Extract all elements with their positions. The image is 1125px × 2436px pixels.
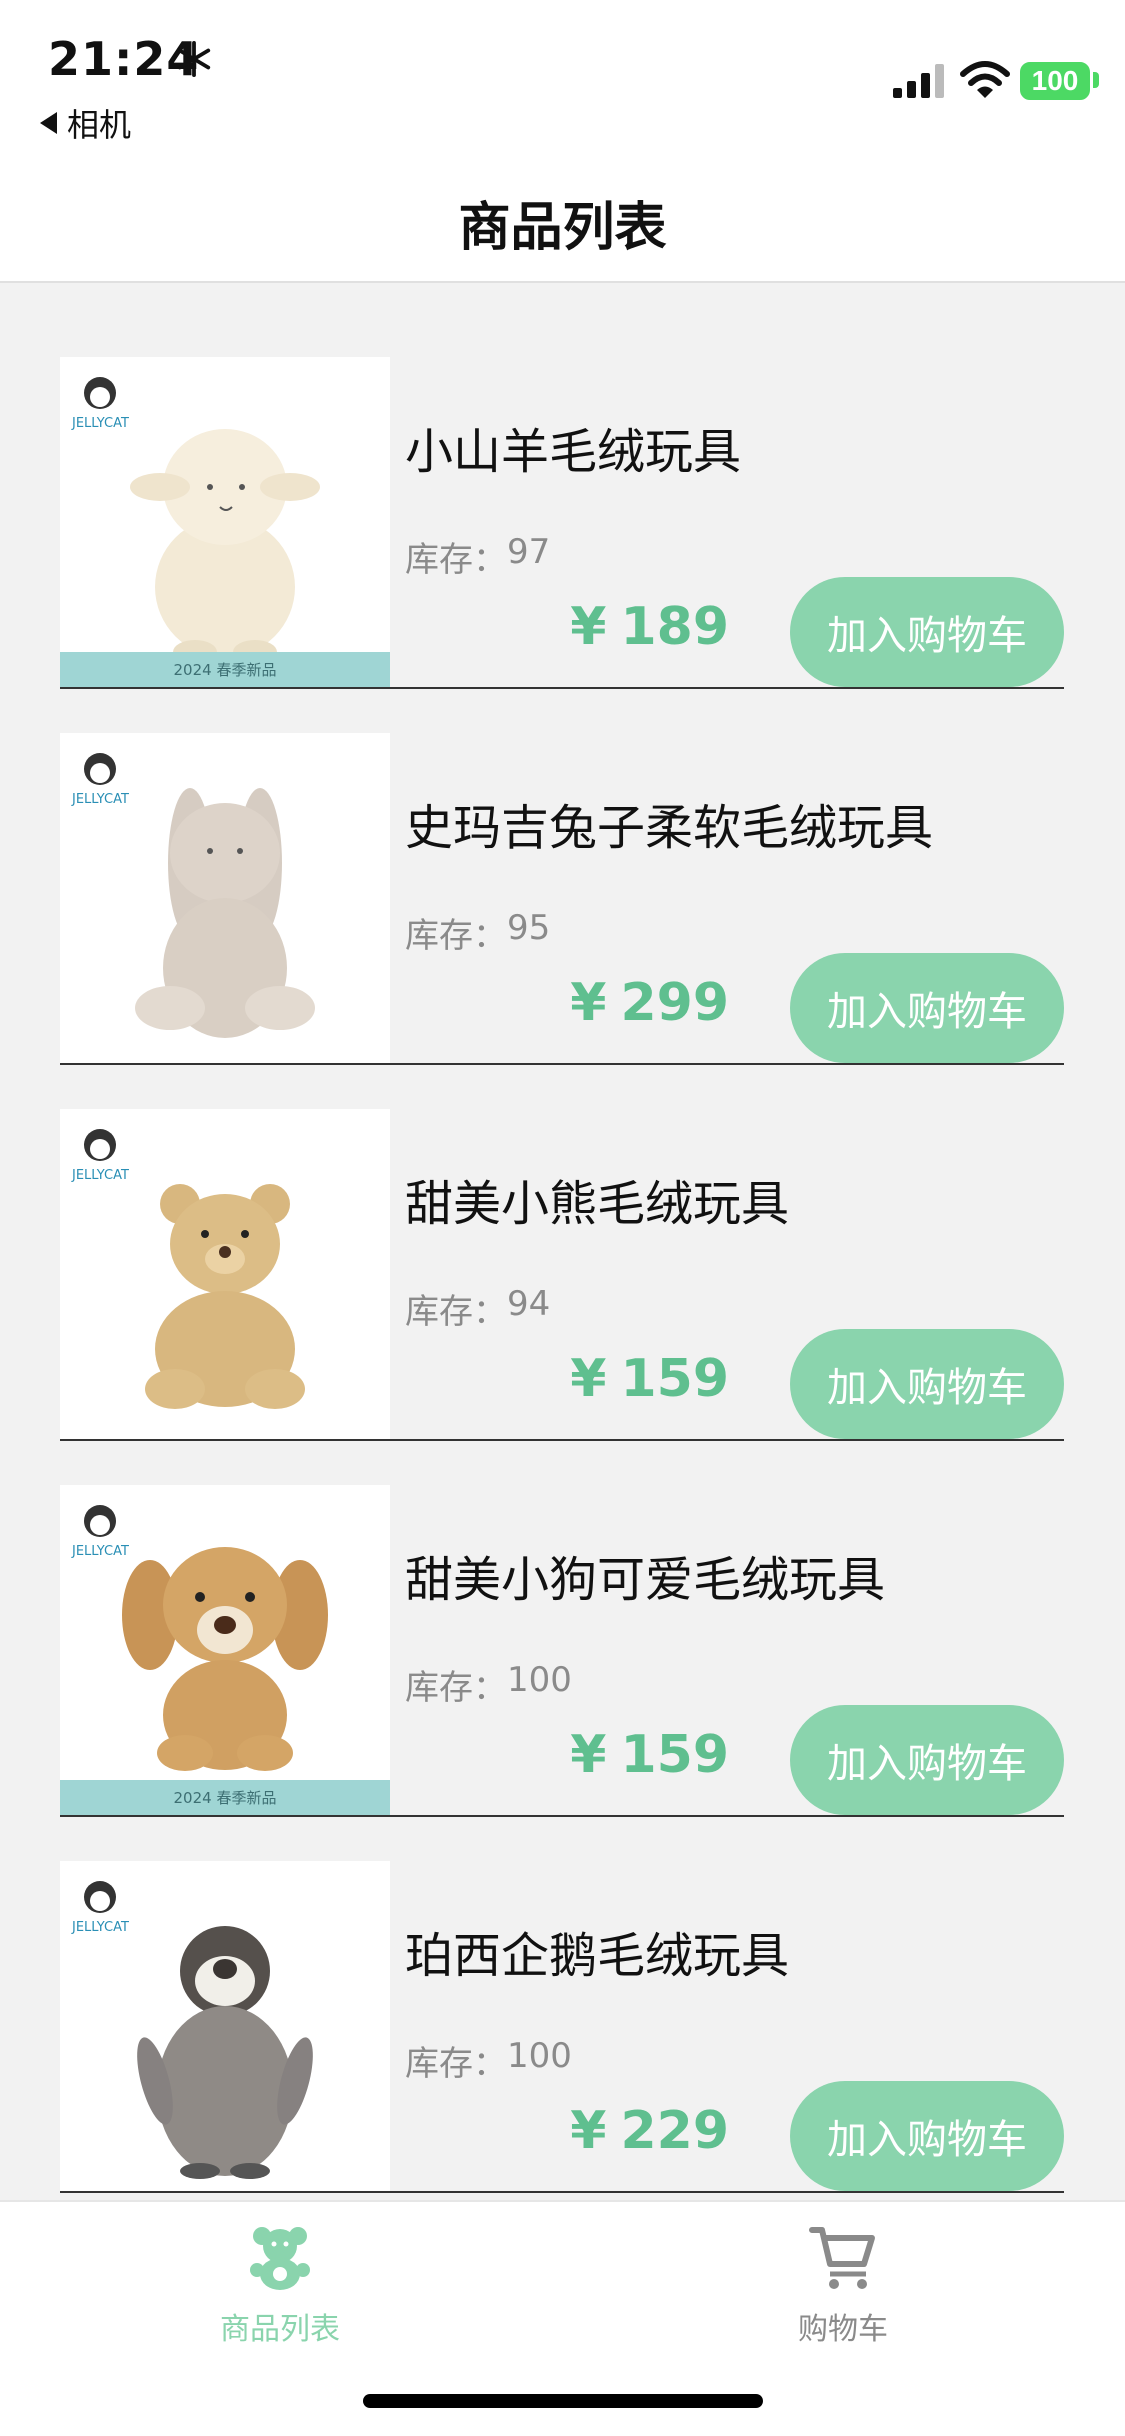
bear-plush-icon: JELLYCAT [60, 1109, 390, 1439]
cellular-signal-icon [893, 64, 944, 98]
snowflake-icon [177, 40, 211, 78]
currency-symbol: ¥ [570, 597, 607, 657]
svg-text:JELLYCAT: JELLYCAT [71, 1544, 129, 1559]
home-indicator[interactable] [363, 2394, 763, 2408]
stock-label: 库存： [405, 2044, 507, 2084]
product-name: 小山羊毛绒玩具 [405, 424, 742, 480]
puppy-plush-icon: JELLYCAT 2024 春季新品 [60, 1485, 390, 1815]
currency-symbol: ¥ [570, 1349, 607, 1409]
stock-value: 95 [507, 908, 551, 948]
price-value: 299 [620, 973, 729, 1033]
svg-text:2024 春季新品: 2024 春季新品 [174, 1789, 277, 1807]
list-item[interactable]: JELLYCAT 珀西企鹅毛绒玩具 库存： 100 ¥229 加入购物车 [60, 1861, 1064, 2193]
stock-text: 库存： 97 [405, 532, 550, 581]
stock-value: 100 [507, 2036, 572, 2076]
price: ¥229 [570, 2101, 729, 2161]
stock-value: 94 [507, 1284, 551, 1324]
product-image-penguin[interactable]: JELLYCAT [60, 1861, 390, 2191]
currency-symbol: ¥ [570, 973, 607, 1033]
product-image-bear[interactable]: JELLYCAT [60, 1109, 390, 1439]
product-name: 甜美小狗可爱毛绒玩具 [405, 1552, 886, 1608]
stock-label: 库存： [405, 916, 507, 956]
stock-text: 库存： 94 [405, 1284, 550, 1333]
price: ¥159 [570, 1349, 729, 1409]
price: ¥189 [570, 597, 729, 657]
stock-label: 库存： [405, 1668, 507, 1708]
list-item[interactable]: JELLYCAT 2024 春季新品 小山羊毛绒玩具 库存： 97 ¥189 加入… [60, 357, 1064, 689]
list-item[interactable]: JELLYCAT 2024 春季新品 甜美小狗可爱毛绒玩具 库存： 100 ¥15… [60, 1485, 1064, 1817]
battery-nub [1093, 72, 1099, 88]
back-arrow-icon [40, 112, 57, 134]
stock-text: 库存： 100 [405, 2036, 572, 2085]
price-value: 159 [620, 1725, 729, 1785]
add-to-cart-button[interactable]: 加入购物车 [790, 953, 1064, 1063]
product-name: 甜美小熊毛绒玩具 [405, 1176, 790, 1232]
stock-label: 库存： [405, 1292, 507, 1332]
battery-indicator: 100 [1020, 62, 1090, 100]
tab-label: 商品列表 [220, 2312, 340, 2347]
lamb-plush-icon: JELLYCAT 2024 春季新品 [60, 357, 390, 687]
svg-text:JELLYCAT: JELLYCAT [71, 1920, 129, 1935]
add-to-cart-button[interactable]: 加入购物车 [790, 1329, 1064, 1439]
list-item[interactable]: JELLYCAT 甜美小熊毛绒玩具 库存： 94 ¥159 加入购物车 [60, 1109, 1064, 1441]
list-item[interactable]: JELLYCAT 史玛吉兔子柔软毛绒玩具 库存： 95 ¥299 加入购物车 [60, 733, 1064, 1065]
product-image-lamb[interactable]: JELLYCAT 2024 春季新品 [60, 357, 390, 687]
price-value: 189 [620, 597, 729, 657]
currency-symbol: ¥ [570, 2101, 607, 2161]
price: ¥299 [570, 973, 729, 1033]
back-label: 相机 [67, 106, 132, 144]
price-value: 159 [620, 1349, 729, 1409]
price: ¥159 [570, 1725, 729, 1785]
add-to-cart-button[interactable]: 加入购物车 [790, 1705, 1064, 1815]
product-name: 珀西企鹅毛绒玩具 [405, 1928, 790, 1984]
product-image-bunny[interactable]: JELLYCAT [60, 733, 390, 1063]
tab-product-list[interactable]: 商品列表 [130, 2222, 430, 2348]
price-value: 229 [620, 2101, 729, 2161]
currency-symbol: ¥ [570, 1725, 607, 1785]
svg-text:2024 春季新品: 2024 春季新品 [174, 661, 277, 679]
svg-text:JELLYCAT: JELLYCAT [71, 416, 129, 431]
product-name: 史玛吉兔子柔软毛绒玩具 [405, 800, 934, 856]
svg-text:JELLYCAT: JELLYCAT [71, 1168, 129, 1183]
back-to-camera-link[interactable]: 相机 [40, 100, 131, 146]
product-image-puppy[interactable]: JELLYCAT 2024 春季新品 [60, 1485, 390, 1815]
bear-icon [250, 2227, 310, 2290]
stock-text: 库存： 100 [405, 1660, 572, 1709]
svg-text:JELLYCAT: JELLYCAT [71, 792, 129, 807]
tab-label: 购物车 [798, 2312, 888, 2347]
stock-value: 100 [507, 1660, 572, 1700]
add-to-cart-button[interactable]: 加入购物车 [790, 577, 1064, 687]
penguin-plush-icon: JELLYCAT [60, 1861, 390, 2191]
stock-label: 库存： [405, 540, 507, 580]
navigation-bar: 商品列表 [0, 165, 1125, 283]
stock-text: 库存： 95 [405, 908, 550, 957]
bunny-plush-icon: JELLYCAT [60, 733, 390, 1063]
tab-shopping-cart[interactable]: 购物车 [693, 2222, 993, 2348]
cart-icon [809, 2227, 875, 2289]
wifi-icon [960, 61, 1010, 98]
page-title: 商品列表 [458, 198, 667, 258]
add-to-cart-button[interactable]: 加入购物车 [790, 2081, 1064, 2191]
stock-value: 97 [507, 532, 551, 572]
status-bar: 21:24 相机 100 [0, 0, 1125, 165]
product-list[interactable]: JELLYCAT 2024 春季新品 小山羊毛绒玩具 库存： 97 ¥189 加入… [0, 285, 1125, 2200]
